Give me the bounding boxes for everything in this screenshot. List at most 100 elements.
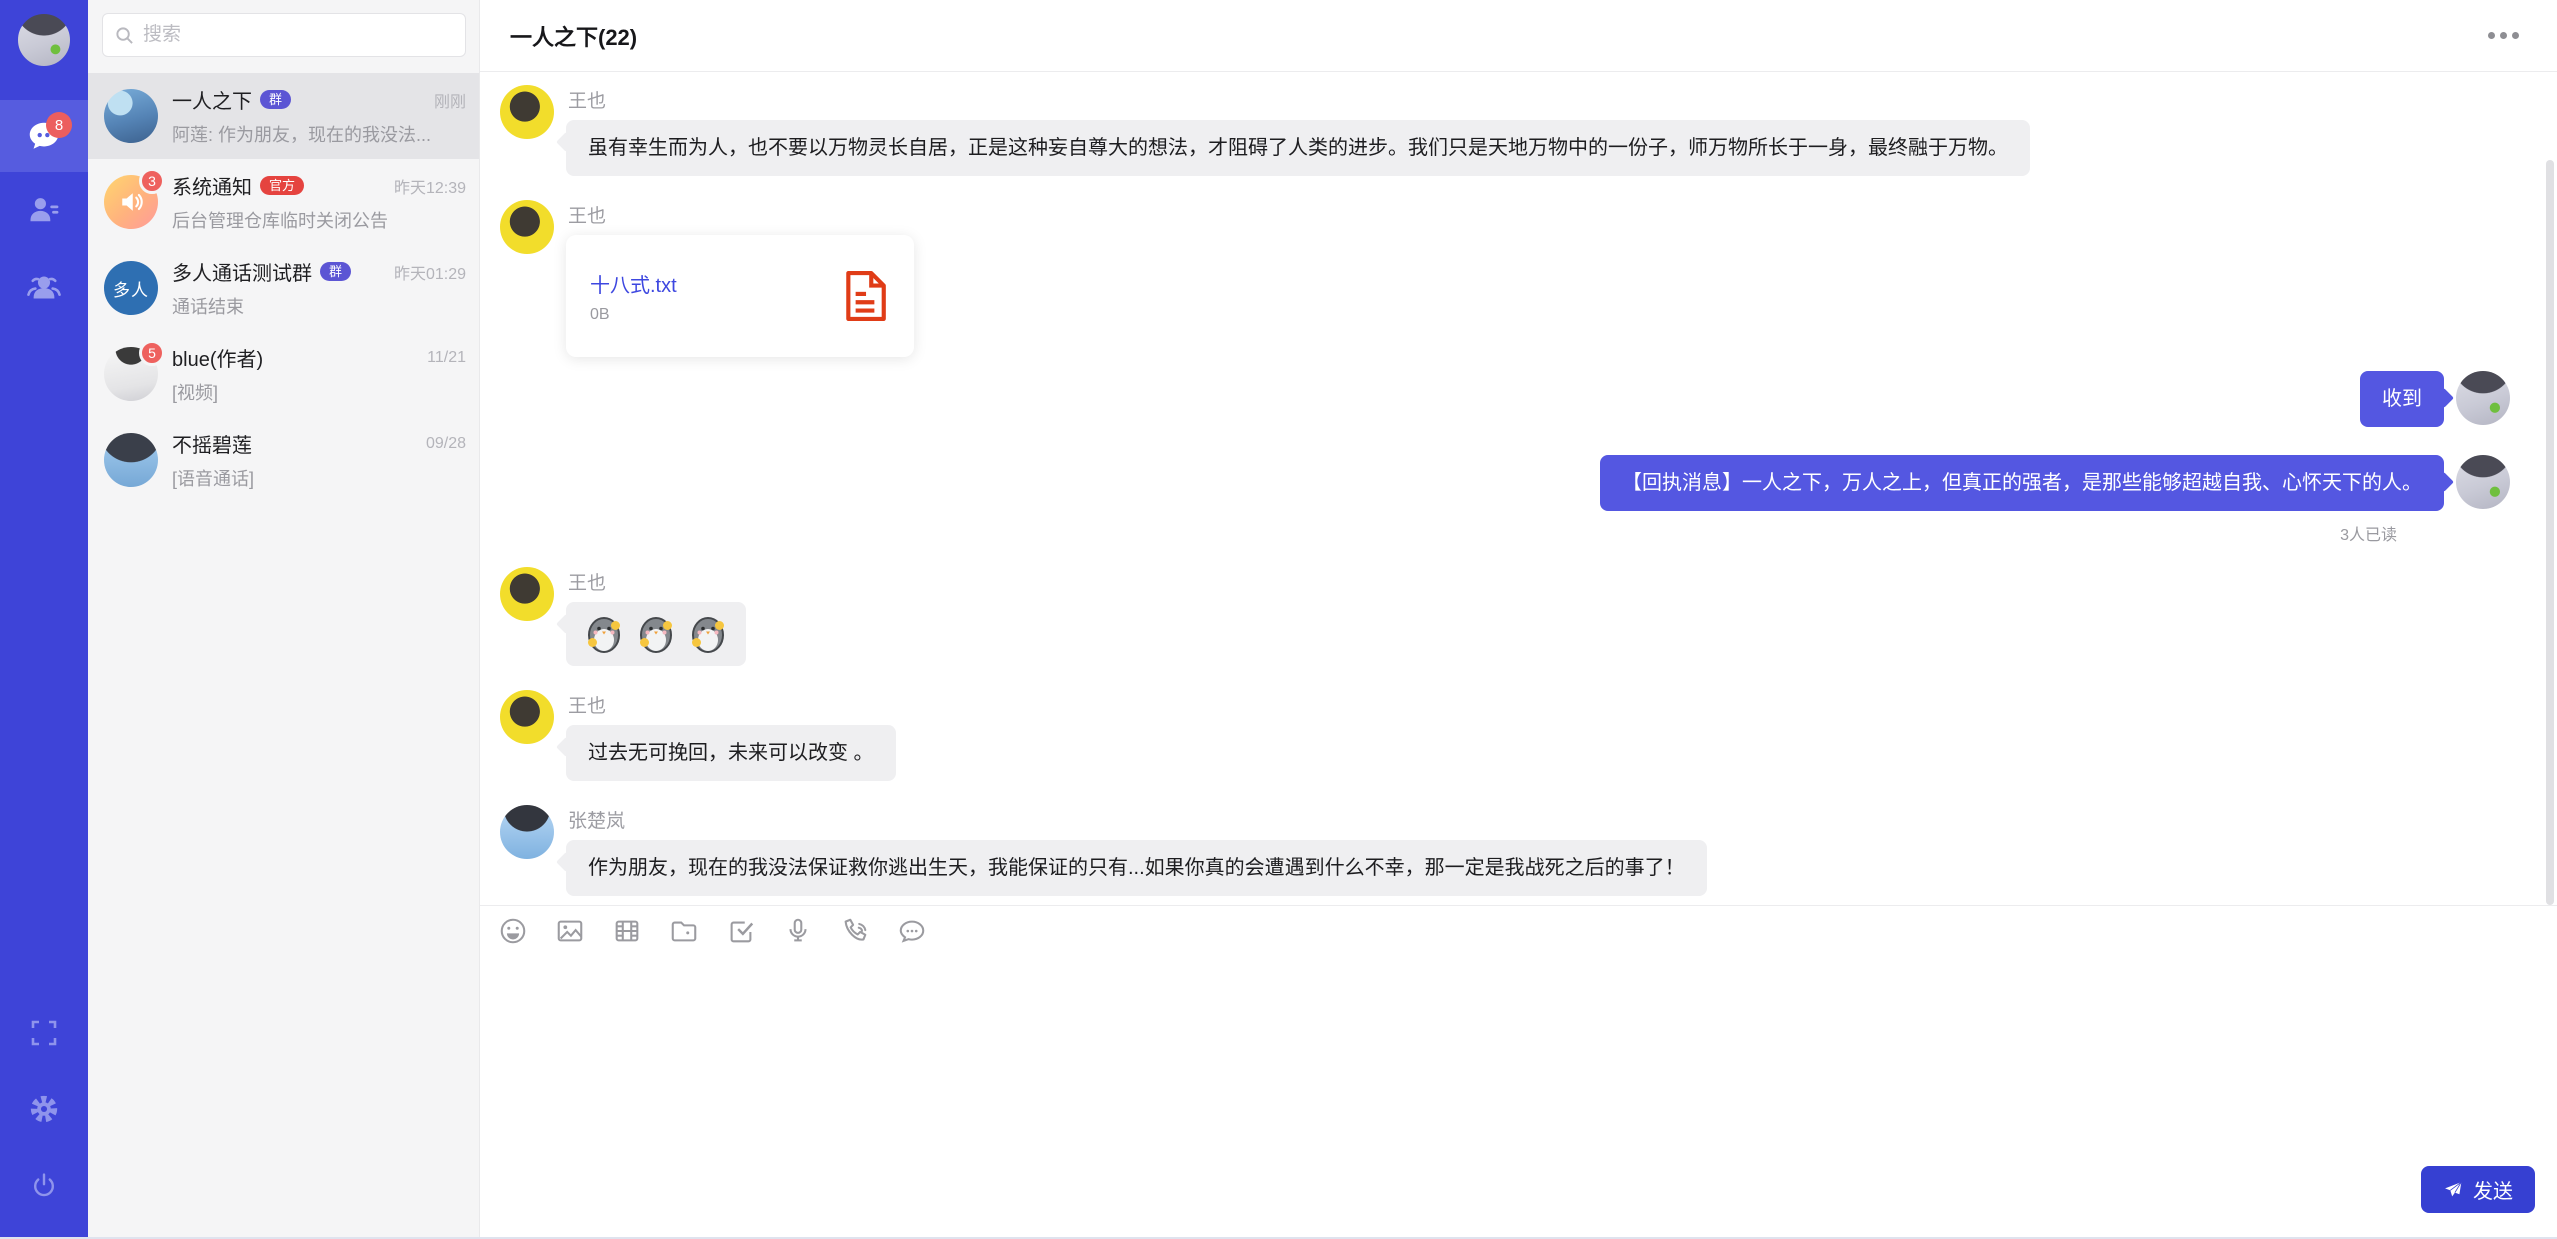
chat-item-buyaobilian[interactable]: 不摇碧莲 09/28 [语音通话] [88, 417, 479, 503]
check-square-icon [726, 916, 756, 946]
fullscreen-button[interactable] [0, 995, 88, 1071]
buyaobilian-avatar [104, 433, 158, 487]
sender-name: 王也 [568, 201, 914, 228]
chat-title: 一人之下(22) [510, 20, 637, 52]
paper-plane-icon [2443, 1180, 2463, 1200]
penguin-sticker-icon [634, 612, 678, 656]
send-button[interactable]: 发送 [2421, 1166, 2535, 1213]
sticker-bubble [566, 602, 746, 666]
message-body: 张楚岚 作为朋友，现在的我没法保证救你逃出生天，我能保证的只有...如果你真的会… [566, 805, 1707, 896]
file-name-link[interactable]: 十八式.txt [590, 269, 822, 298]
chat-time: 11/21 [427, 349, 466, 367]
phone-icon [840, 916, 870, 946]
composer: 发送 [480, 955, 2557, 1237]
chat-header: 一人之下(22) [480, 0, 2557, 72]
self-avatar[interactable] [2456, 455, 2510, 509]
sender-name: 王也 [568, 568, 746, 595]
group-avatar [104, 89, 158, 143]
message-group-outgoing: 【回执消息】一人之下，万人之上，但真正的强者，是那些能够超越自我、心怀天下的人。… [500, 455, 2510, 545]
video-button[interactable] [612, 916, 642, 946]
message-row: 王也 过去无可挽回，未来可以改变 。 [500, 690, 2510, 781]
message-bubble: 虽有幸生而为人，也不要以万物灵长自居，正是这种妄自尊大的想法，才阻碍了人类的进步… [566, 120, 2030, 176]
rail-item-groups[interactable] [0, 248, 88, 324]
avatar [104, 433, 158, 487]
scrollbar-thumb[interactable] [2546, 160, 2554, 905]
power-icon [28, 1169, 60, 1201]
message-row-outgoing: 收到 [500, 371, 2510, 427]
screenshot-button[interactable] [726, 916, 756, 946]
chat-name: 不摇碧莲 [172, 429, 252, 458]
chat-preview: 通话结束 [172, 293, 466, 319]
file-size: 0B [590, 306, 822, 324]
outgoing-bubble: 【回执消息】一人之下，万人之上，但真正的强者，是那些能够超越自我、心怀天下的人。 [1600, 455, 2444, 511]
settings-button[interactable] [0, 1071, 88, 1147]
rail-nav: 8 [0, 100, 88, 324]
image-icon [555, 916, 585, 946]
group-badge: 群 [260, 90, 291, 109]
chat-item-system-notice[interactable]: 3 系统通知 官方 昨天12:39 后台管理仓库临时关闭公告 [88, 159, 479, 245]
file-button[interactable] [669, 916, 699, 946]
self-avatar[interactable] [2456, 371, 2510, 425]
group-badge: 群 [320, 262, 351, 281]
self-avatar[interactable] [16, 12, 72, 68]
search-input[interactable] [143, 24, 453, 46]
penguin-sticker-icon [686, 612, 730, 656]
film-icon [612, 916, 642, 946]
file-document-icon [840, 268, 890, 324]
chat-time: 昨天12:39 [394, 174, 466, 198]
message-input[interactable] [480, 955, 2557, 1166]
message-row: 王也 [500, 567, 2510, 666]
sender-name: 王也 [568, 86, 2030, 113]
voice-button[interactable] [783, 916, 813, 946]
more-menu-button[interactable] [2480, 24, 2527, 47]
chat-name: 多人通话测试群 [172, 257, 312, 286]
zhangchulan-avatar[interactable] [500, 805, 554, 859]
microphone-icon [783, 916, 813, 946]
group-icon [25, 268, 63, 304]
message-history-button[interactable] [897, 916, 927, 946]
avatar: 多人 [104, 261, 158, 315]
emoji-button[interactable] [498, 916, 528, 946]
unread-badge: 5 [139, 340, 165, 366]
rail-nav-bottom [0, 995, 88, 1237]
chat-item-multi-call-group[interactable]: 多人 多人通话测试群 群 昨天01:29 通话结束 [88, 245, 479, 331]
chat-item-body: 不摇碧莲 09/28 [语音通话] [172, 429, 466, 491]
chat-name: 系统通知 [172, 171, 252, 200]
chat-time: 刚刚 [434, 88, 466, 112]
left-rail: 8 [0, 0, 88, 1237]
sender-name: 王也 [568, 691, 896, 718]
wangye-avatar[interactable] [500, 690, 554, 744]
chat-item-body: 多人通话测试群 群 昨天01:29 通话结束 [172, 257, 466, 319]
ellipsis-icon [2500, 32, 2507, 39]
wangye-avatar[interactable] [500, 567, 554, 621]
official-badge: 官方 [260, 176, 304, 195]
composer-toolbar [480, 905, 2557, 955]
ellipsis-icon [2512, 32, 2519, 39]
image-button[interactable] [555, 916, 585, 946]
chat-item-blue-author[interactable]: 5 blue(作者) 11/21 [视频] [88, 331, 479, 417]
rail-item-messages[interactable]: 8 [0, 100, 88, 172]
chat-item-body: blue(作者) 11/21 [视频] [172, 343, 466, 405]
chat-item-yirenzhixia[interactable]: 一人之下 群 刚刚 阿莲: 作为朋友，现在的我没法... [88, 73, 479, 159]
main-chat-area: 一人之下(22) 王也 虽有幸生而为人，也不要以万物灵长自居，正是这种妄自尊大的… [480, 0, 2557, 1237]
chat-app-window: 8 [0, 0, 2557, 1239]
message-row: 王也 虽有幸生而为人，也不要以万物灵长自居，正是这种妄自尊大的想法，才阻碍了人类… [500, 85, 2510, 176]
chat-item-body: 一人之下 群 刚刚 阿莲: 作为朋友，现在的我没法... [172, 85, 466, 147]
chat-item-body: 系统通知 官方 昨天12:39 后台管理仓库临时关闭公告 [172, 171, 466, 233]
message-body: 王也 虽有幸生而为人，也不要以万物灵长自居，正是这种妄自尊大的想法，才阻碍了人类… [566, 85, 2030, 176]
message-row-outgoing: 【回执消息】一人之下，万人之上，但真正的强者，是那些能够超越自我、心怀天下的人。 [500, 455, 2510, 511]
message-row: 张楚岚 作为朋友，现在的我没法保证救你逃出生天，我能保证的只有...如果你真的会… [500, 805, 2510, 896]
unread-total-badge: 8 [46, 112, 72, 138]
emoji-icon [498, 916, 528, 946]
avatar [104, 89, 158, 143]
file-message-card[interactable]: 十八式.txt 0B [566, 235, 914, 357]
outgoing-bubble: 收到 [2360, 371, 2444, 427]
contact-icon [26, 192, 62, 228]
chat-time: 昨天01:29 [394, 260, 466, 284]
call-button[interactable] [840, 916, 870, 946]
wangye-avatar[interactable] [500, 85, 554, 139]
rail-item-contacts[interactable] [0, 172, 88, 248]
file-meta: 十八式.txt 0B [590, 269, 822, 324]
wangye-avatar[interactable] [500, 200, 554, 254]
power-button[interactable] [0, 1147, 88, 1223]
